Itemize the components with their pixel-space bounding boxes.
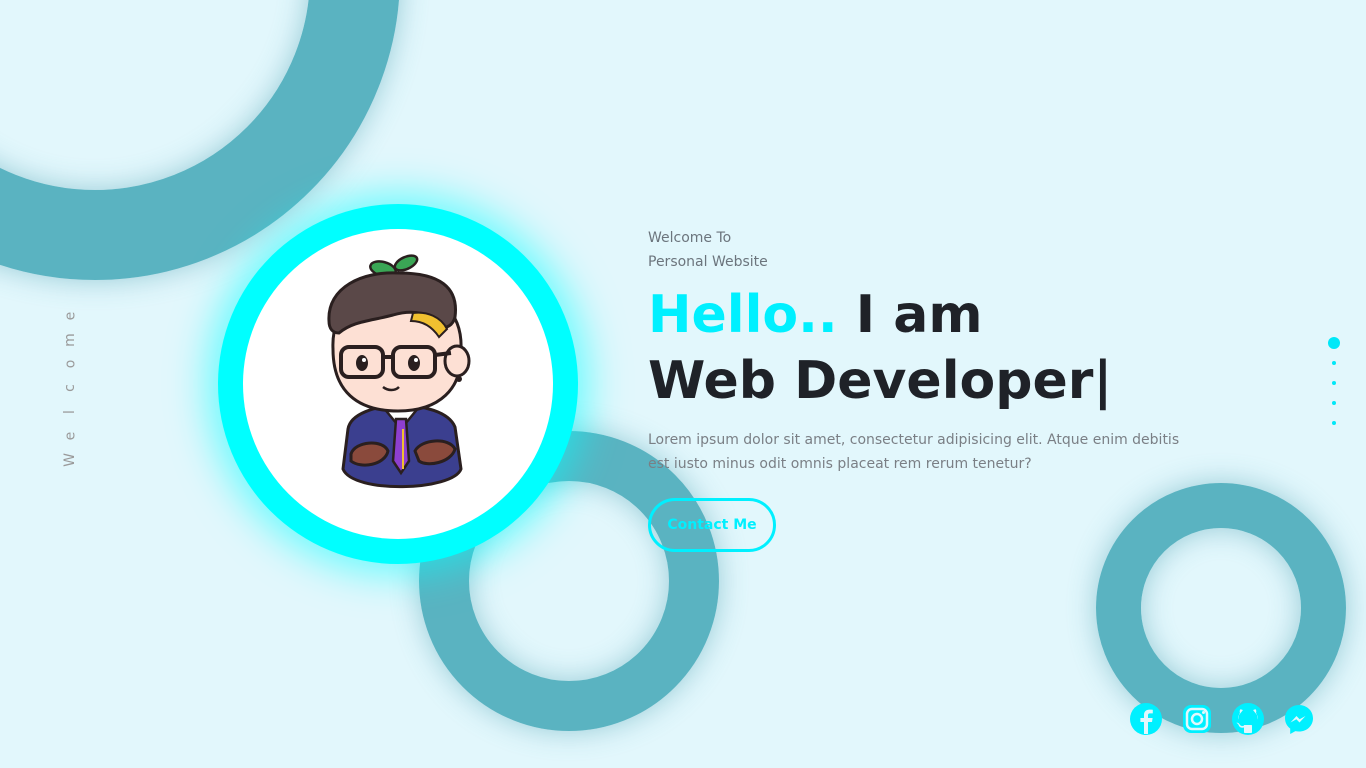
social-links [1130, 703, 1315, 737]
pagination-dot[interactable] [1332, 361, 1336, 365]
vertical-letter: c [61, 384, 78, 392]
page: e m o c l e W Welcome To Personal Websit… [0, 0, 1366, 768]
vertical-letter: l [61, 410, 78, 414]
eyebrow-line-1: Welcome To [648, 230, 732, 246]
vertical-letter: e [62, 431, 78, 441]
vertical-letter: o [61, 359, 78, 369]
pagination-dot[interactable] [1332, 401, 1336, 405]
vertical-welcome-text: e m o c l e W [58, 252, 82, 472]
pagination-dot[interactable] [1328, 337, 1340, 349]
pagination-dot[interactable] [1332, 381, 1336, 385]
section-pagination [1327, 337, 1343, 433]
github-icon[interactable] [1232, 703, 1264, 735]
vertical-letter: W [62, 453, 78, 467]
hero-headline: Hello.. I am Web Developer| [648, 282, 1208, 414]
headline-role: Web Developer| [648, 351, 1113, 411]
hero-description: Lorem ipsum dolor sit amet, consectetur … [648, 432, 1180, 472]
pagination-dot[interactable] [1332, 421, 1336, 425]
developer-avatar-illustration [327, 254, 471, 489]
avatar-frame [218, 204, 578, 564]
eyebrow-line-2: Personal Website [648, 254, 768, 270]
vertical-letter: m [61, 333, 78, 347]
contact-button[interactable]: Contact Me [648, 498, 776, 552]
facebook-icon[interactable] [1130, 703, 1162, 735]
instagram-icon[interactable] [1181, 703, 1213, 735]
avatar [243, 229, 553, 539]
messenger-icon[interactable] [1283, 703, 1315, 735]
vertical-letter: e [62, 311, 78, 321]
hero-eyebrow: Welcome To Personal Website [648, 226, 1208, 274]
hero-content: Welcome To Personal Website Hello.. I am… [648, 226, 1208, 552]
headline-intro: I am [855, 285, 983, 345]
headline-greeting: Hello.. [648, 285, 838, 345]
